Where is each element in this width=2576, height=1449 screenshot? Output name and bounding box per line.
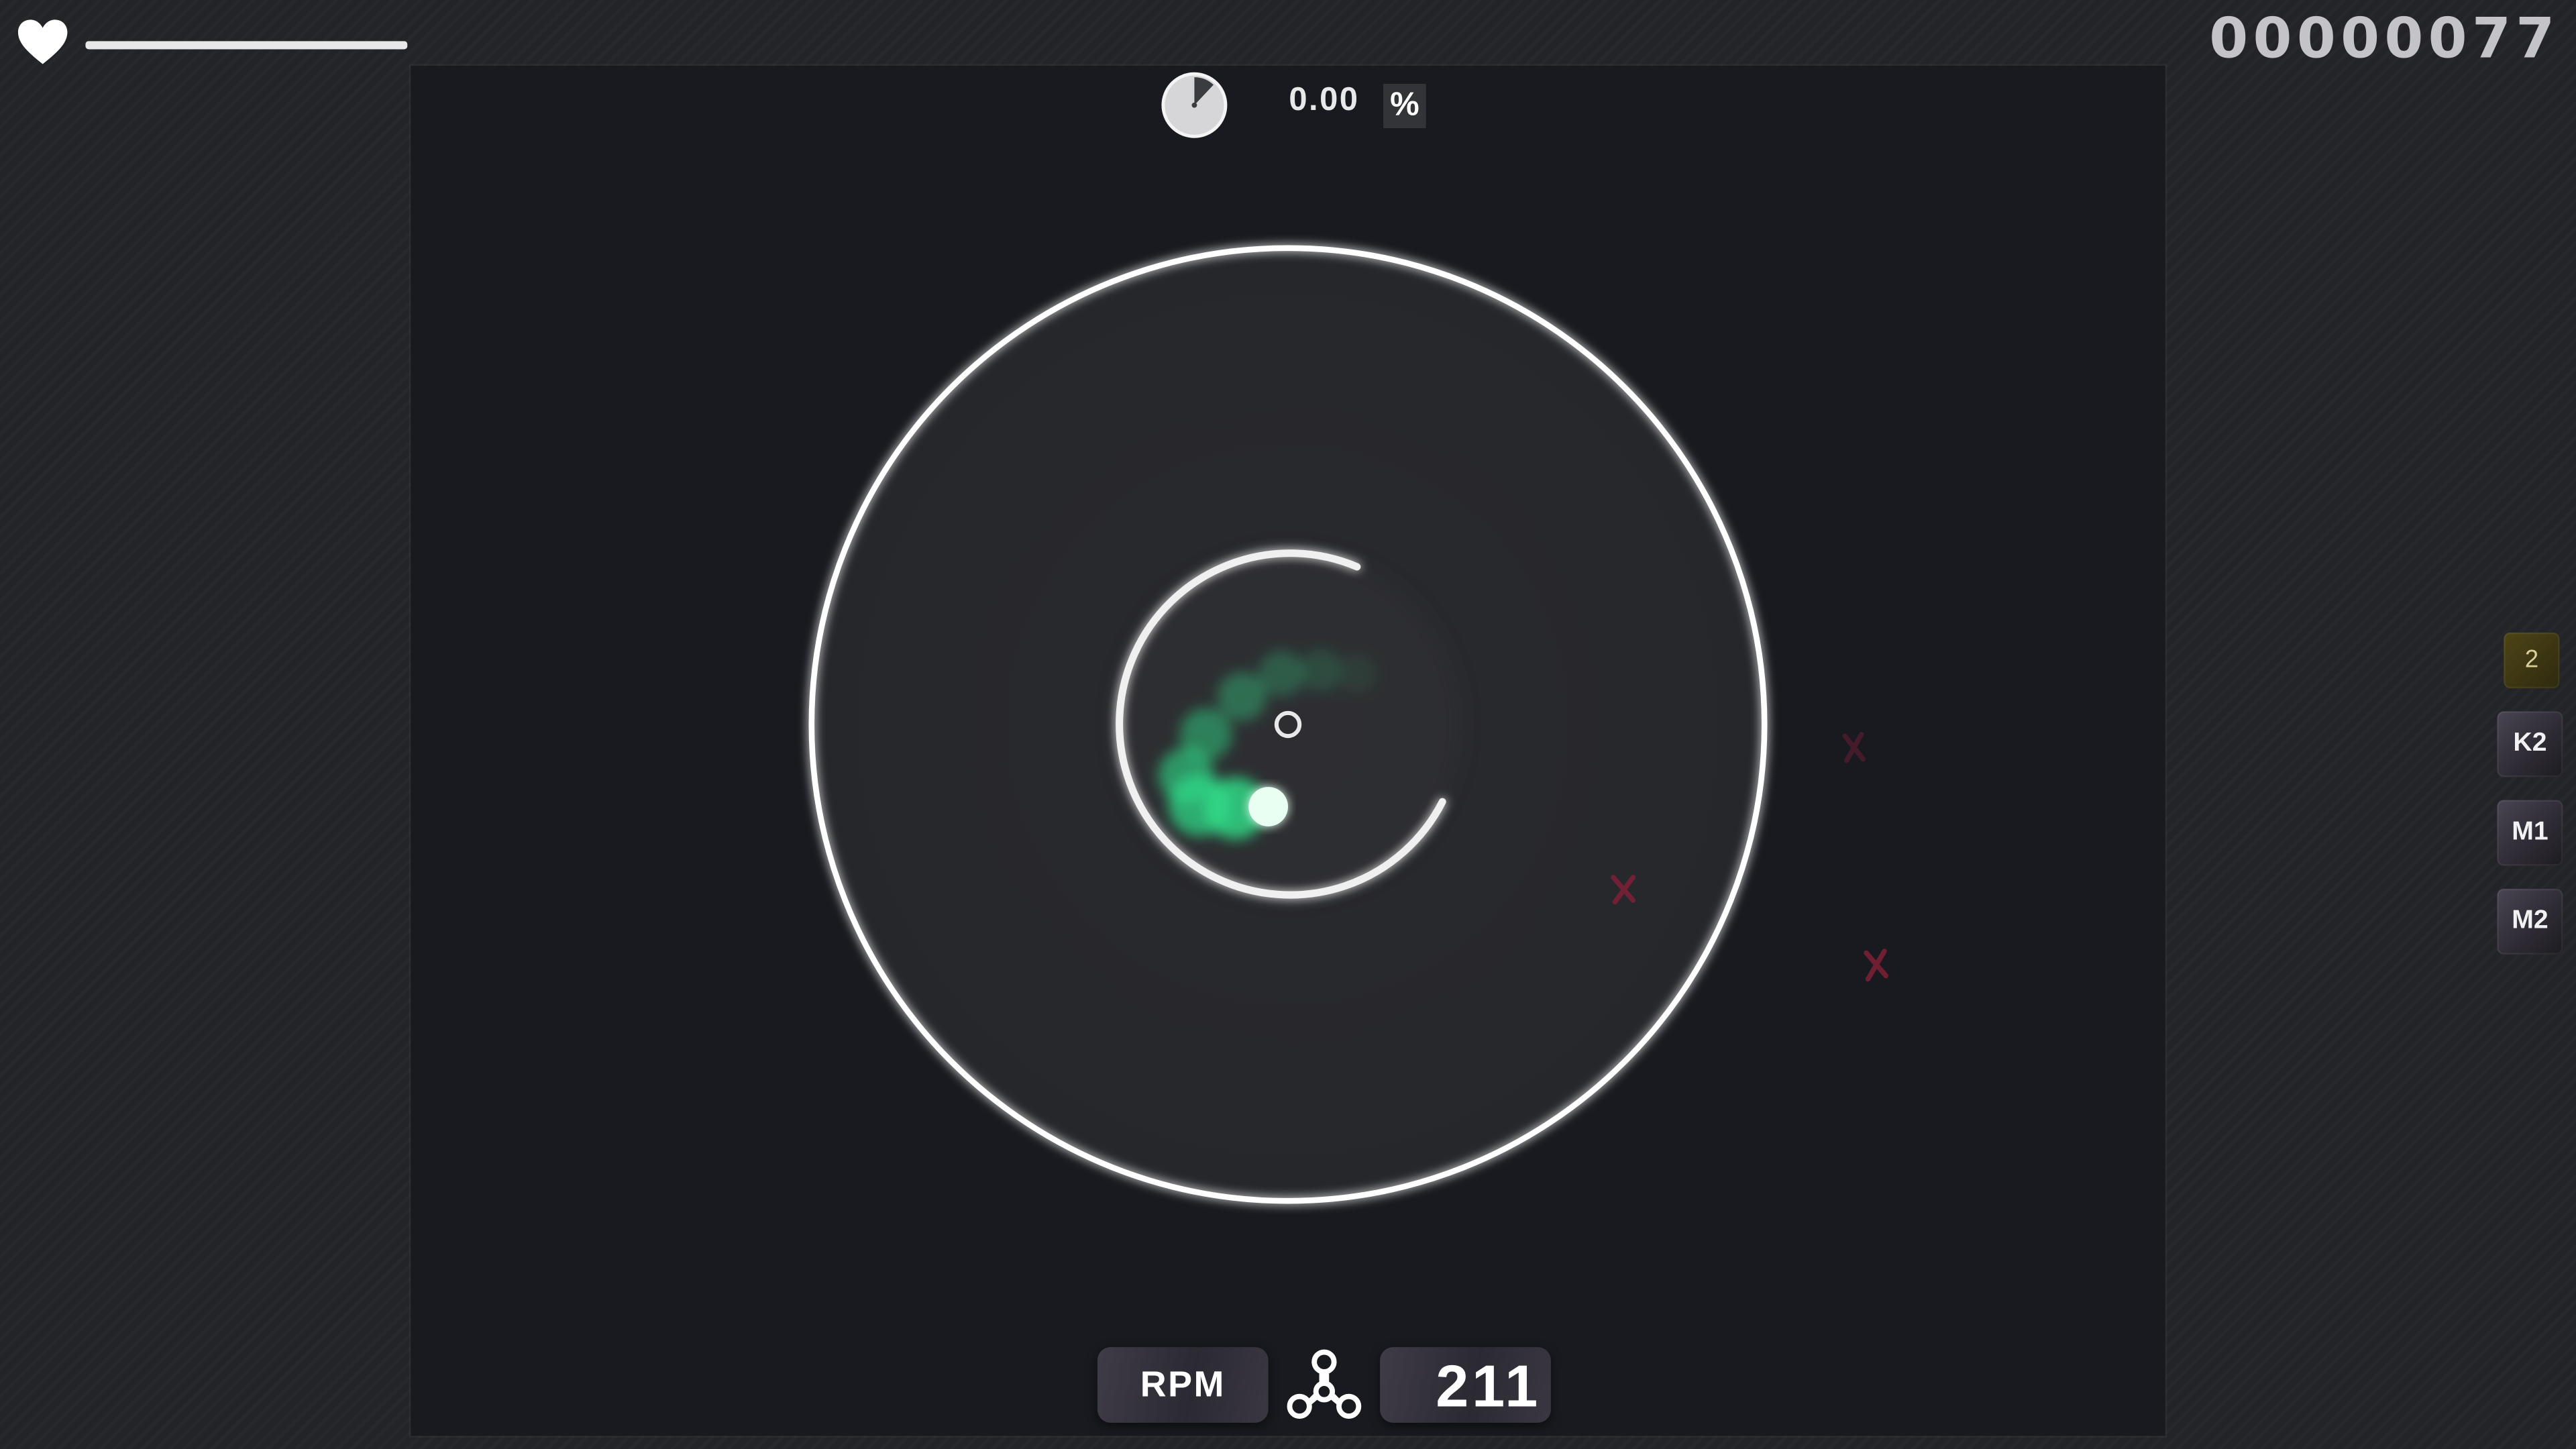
fidget-spinner-icon — [1287, 1349, 1362, 1419]
key-m2: M2 — [2497, 888, 2563, 955]
key-k2: K2 — [2497, 711, 2563, 777]
spinner-field — [808, 245, 1889, 1204]
game-screen: 00000077 0.00 % 2 K2 M1 M2 RPM 211 — [0, 0, 2576, 1449]
key-overlay: 2 K2 M1 M2 — [2497, 632, 2563, 977]
key-counter: 2 — [2504, 632, 2560, 689]
key-m1: M1 — [2497, 800, 2563, 866]
x-mark-icon — [1864, 949, 1889, 982]
x-mark-icon — [1842, 732, 1866, 763]
rpm-value: 211 — [1380, 1347, 1551, 1423]
cursor[interactable] — [1248, 787, 1289, 826]
rpm-label: RPM — [1097, 1347, 1269, 1423]
